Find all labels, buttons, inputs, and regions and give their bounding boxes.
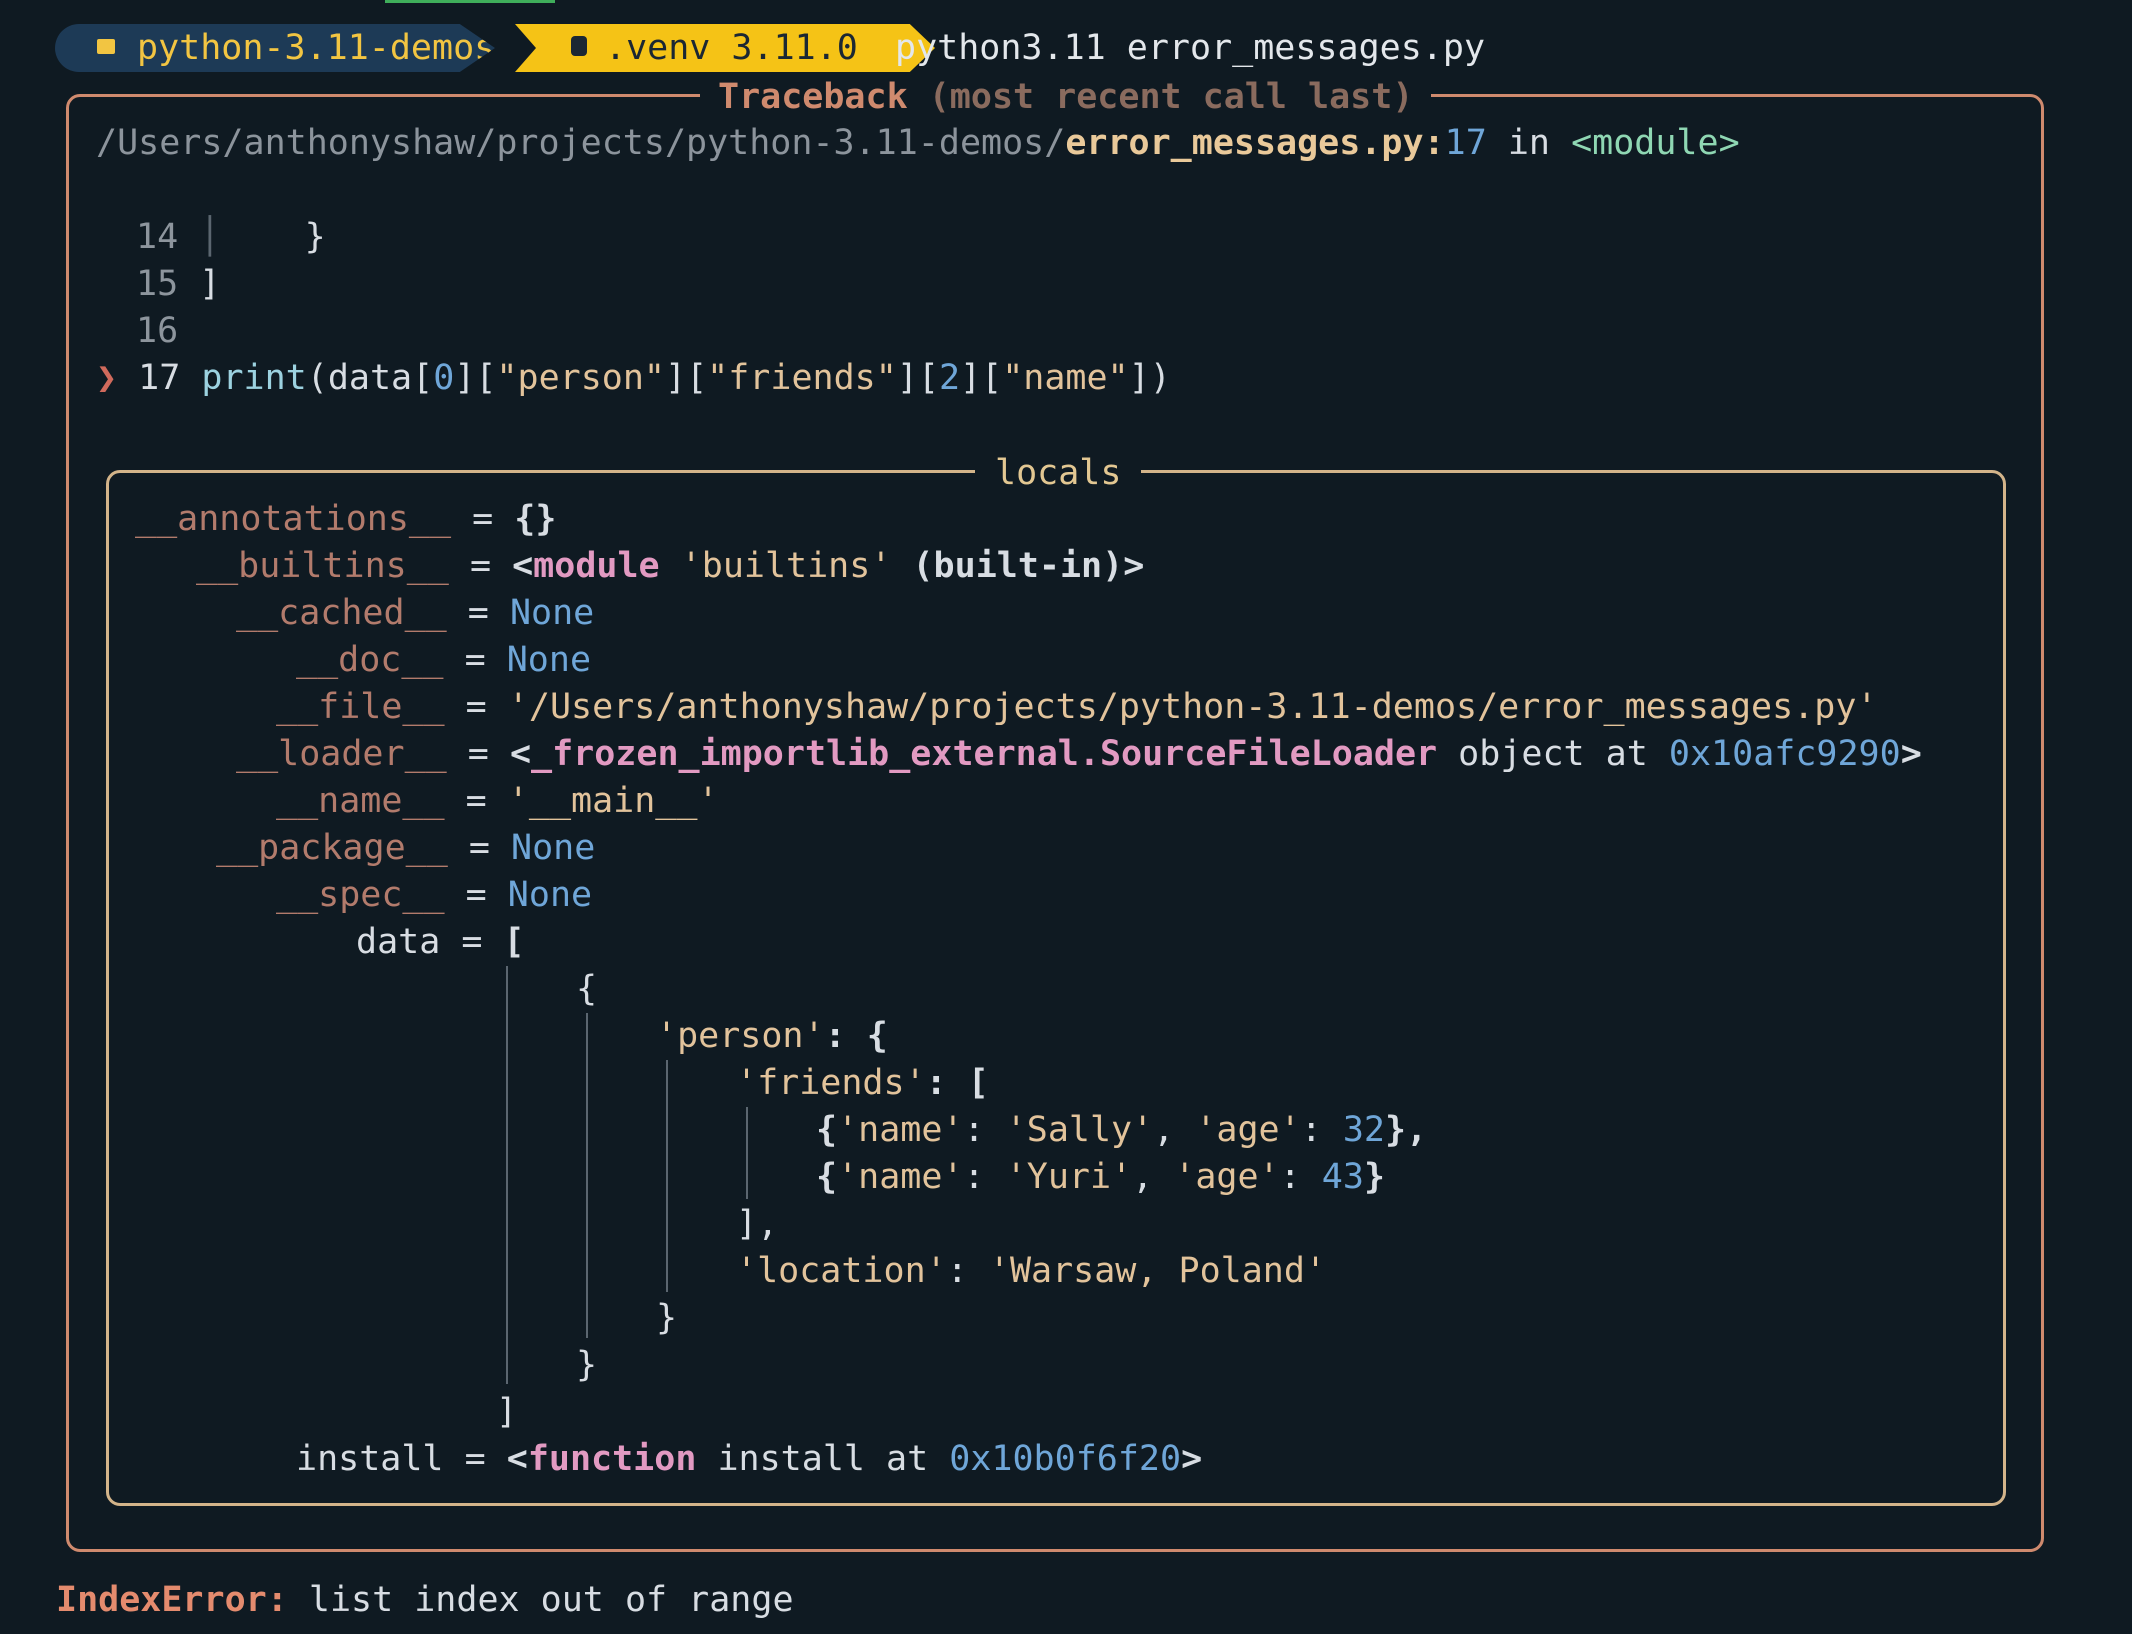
- traceback-location: /Users/anthonyshaw/projects/python-3.11-…: [96, 123, 1740, 163]
- tree-guide: [746, 1107, 748, 1199]
- error-message: IndexError: list index out of range: [56, 1577, 794, 1624]
- error-text: list index out of range: [287, 1580, 794, 1620]
- error-type: IndexError:: [56, 1580, 288, 1620]
- local-cached: __cached__ = None: [236, 593, 595, 633]
- data-location: 'location': 'Warsaw, Poland': [736, 1251, 1327, 1291]
- prompt-directory: python-3.11-demos: [137, 28, 496, 68]
- locals-title: locals: [975, 450, 1142, 496]
- prompt-venv-segment: .venv 3.11.0: [515, 24, 935, 72]
- folder-icon: [97, 38, 115, 54]
- code-line: 16: [136, 311, 179, 351]
- current-line-marker-icon: ❯: [96, 358, 118, 398]
- prompt-directory-segment: python-3.11-demos: [55, 24, 495, 72]
- data-close: ]: [496, 1392, 518, 1432]
- data-brace-close: }: [576, 1345, 598, 1385]
- data-person-close: }: [656, 1298, 678, 1338]
- local-loader: __loader__ = <_frozen_importlib_external…: [236, 734, 1922, 774]
- local-name: __name__ = '__main__': [276, 781, 719, 821]
- local-package: __package__ = None: [216, 828, 596, 868]
- data-friends: 'friends': [: [736, 1063, 989, 1103]
- traceback-title: Traceback (most recent call last): [700, 74, 1432, 120]
- local-builtins: __builtins__ = <module 'builtins' (built…: [196, 546, 1145, 586]
- data-brace-open: {: [576, 969, 598, 1009]
- code-line: 14 │ }: [136, 217, 326, 257]
- local-install: install = <function install at 0x10b0f6f…: [296, 1439, 1203, 1479]
- data-friends-close: ],: [736, 1204, 779, 1244]
- local-doc: __doc__ = None: [296, 640, 592, 680]
- terminal-accent-bar: [385, 0, 555, 3]
- tree-guide: [506, 966, 508, 1384]
- local-data: data = [: [356, 922, 525, 962]
- code-line: 15 ]: [136, 264, 221, 304]
- data-friend-item: {'name': 'Yuri', 'age': 43}: [816, 1157, 1386, 1197]
- tree-guide: [666, 1060, 668, 1292]
- prompt-command: python3.11 error_messages.py: [895, 28, 1486, 68]
- local-file: __file__ = '/Users/anthonyshaw/projects/…: [276, 687, 1878, 727]
- tree-guide: [586, 1013, 588, 1338]
- local-spec: __spec__ = None: [276, 875, 593, 915]
- current-code-line: ❯ 17 print(data[0]["person"]["friends"][…: [96, 358, 1171, 398]
- python-icon: [571, 36, 587, 56]
- prompt-venv: .venv 3.11.0: [605, 28, 858, 68]
- local-annotations: __annotations__ = {}: [135, 499, 557, 539]
- data-person: 'person': {: [656, 1016, 888, 1056]
- data-friend-item: {'name': 'Sally', 'age': 32},: [816, 1110, 1428, 1150]
